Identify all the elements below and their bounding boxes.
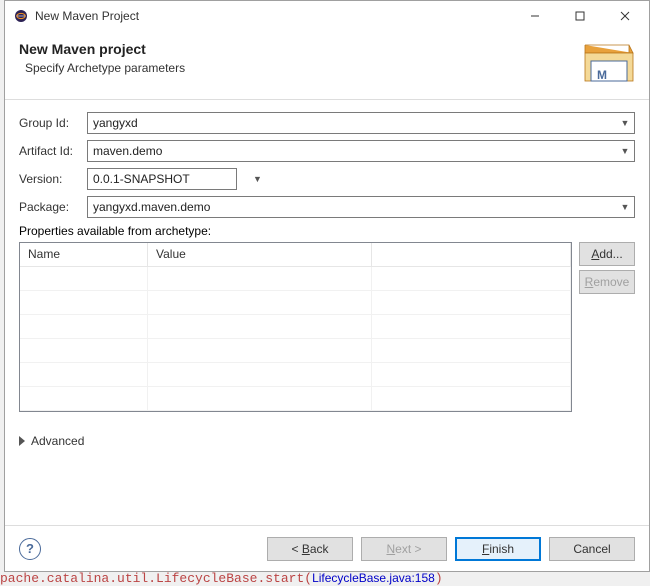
table-row[interactable] — [20, 315, 571, 339]
group-id-label: Group Id: — [19, 116, 87, 130]
chevron-down-icon[interactable]: ▼ — [616, 118, 634, 128]
triangle-right-icon — [19, 436, 25, 446]
table-row[interactable] — [20, 291, 571, 315]
table-row[interactable] — [20, 339, 571, 363]
advanced-label: Advanced — [31, 434, 84, 448]
svg-text:M: M — [597, 68, 607, 82]
help-icon[interactable]: ? — [19, 538, 41, 560]
column-rest — [372, 243, 571, 266]
wizard-footer: ? < Back Next > Finish Cancel — [5, 525, 649, 571]
window-title: New Maven Project — [35, 9, 512, 23]
table-header: Name Value — [20, 243, 571, 267]
column-name[interactable]: Name — [20, 243, 148, 266]
version-input[interactable] — [88, 172, 253, 186]
page-title: New Maven project — [19, 41, 571, 57]
add-button[interactable]: Add... — [579, 242, 635, 266]
artifact-id-label: Artifact Id: — [19, 144, 87, 158]
dialog-window: New Maven Project New Maven project Spec… — [4, 0, 650, 572]
chevron-down-icon[interactable]: ▼ — [616, 146, 634, 156]
column-value[interactable]: Value — [148, 243, 372, 266]
artifact-id-field[interactable]: ▼ — [87, 140, 635, 162]
table-side-buttons: Add... Remove — [579, 242, 635, 412]
chevron-down-icon[interactable]: ▼ — [253, 174, 262, 184]
minimize-button[interactable] — [512, 2, 557, 30]
properties-label: Properties available from archetype: — [19, 224, 635, 238]
version-field[interactable]: ▼ — [87, 168, 237, 190]
properties-table[interactable]: Name Value — [19, 242, 572, 412]
eclipse-icon — [13, 8, 29, 24]
next-button: Next > — [361, 537, 447, 561]
advanced-toggle[interactable]: Advanced — [5, 418, 649, 452]
group-id-input[interactable] — [88, 116, 616, 130]
package-input[interactable] — [88, 200, 616, 214]
back-button[interactable]: < Back — [267, 537, 353, 561]
table-row[interactable] — [20, 267, 571, 291]
close-button[interactable] — [602, 2, 647, 30]
wizard-header: New Maven project Specify Archetype para… — [5, 31, 649, 100]
cancel-button[interactable]: Cancel — [549, 537, 635, 561]
remove-button: Remove — [579, 270, 635, 294]
form-area: Group Id: ▼ Artifact Id: ▼ Version: ▼ Pa… — [5, 100, 649, 418]
table-row[interactable] — [20, 387, 571, 411]
window-buttons — [512, 2, 647, 30]
page-subtitle: Specify Archetype parameters — [25, 61, 571, 75]
chevron-down-icon[interactable]: ▼ — [616, 202, 634, 212]
finish-button[interactable]: Finish — [455, 537, 541, 561]
maven-icon: M — [579, 41, 635, 85]
group-id-field[interactable]: ▼ — [87, 112, 635, 134]
table-row[interactable] — [20, 363, 571, 387]
title-bar: New Maven Project — [5, 1, 649, 31]
package-label: Package: — [19, 200, 87, 214]
version-label: Version: — [19, 172, 87, 186]
package-field[interactable]: ▼ — [87, 196, 635, 218]
maximize-button[interactable] — [557, 2, 602, 30]
artifact-id-input[interactable] — [88, 144, 616, 158]
